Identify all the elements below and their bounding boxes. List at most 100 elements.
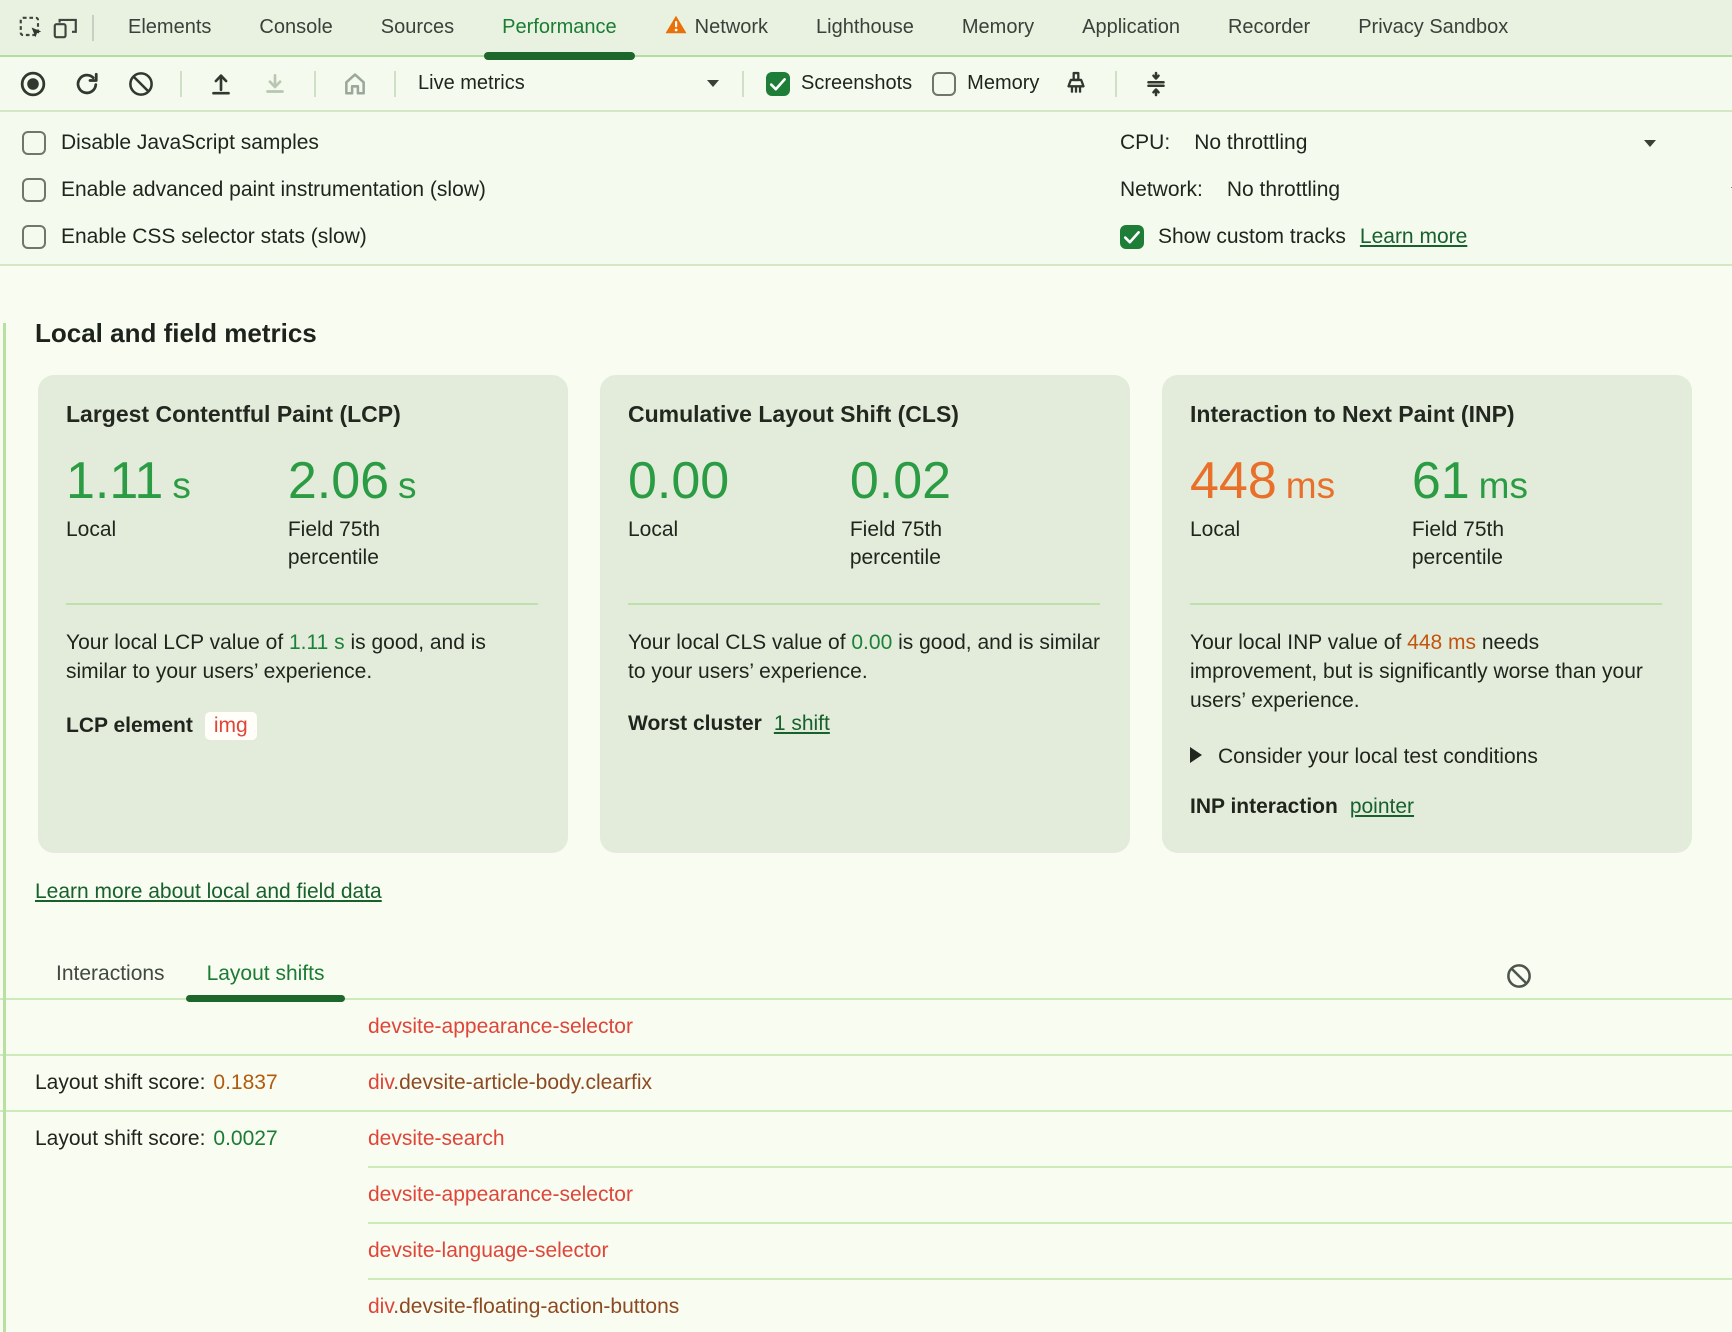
panel-edge-line [3, 323, 6, 1332]
cls-local-value: 0.00 [628, 454, 850, 508]
checkbox-checked-icon[interactable] [1120, 225, 1144, 249]
tab-privacy-sandbox[interactable]: Privacy Sandbox [1334, 0, 1532, 55]
chevron-down-icon [706, 79, 720, 88]
network-throttling-select[interactable]: Network: No throttling [1120, 169, 1732, 211]
layout-shift-log: Interactions Layout shifts devsite-appea… [0, 950, 1732, 1332]
tab-recorder[interactable]: Recorder [1204, 0, 1334, 55]
log-tabstrip: Interactions Layout shifts [0, 950, 1732, 1000]
node-link[interactable]: devsite-search [368, 1127, 505, 1151]
shift-score-label: Layout shift score: [35, 1071, 205, 1095]
cls-description: Your local CLS value of 0.00 is good, an… [628, 628, 1100, 686]
card-title: Cumulative Layout Shift (CLS) [628, 401, 1100, 428]
performance-toolbar: Live metrics Screenshots Memory [0, 57, 1732, 112]
tab-memory[interactable]: Memory [938, 0, 1058, 55]
checkbox-unchecked-icon [22, 131, 46, 155]
field-data-learn-more-link[interactable]: Learn more about local and field data [35, 880, 382, 904]
shift-row: devsite-language-selector [0, 1224, 1732, 1278]
collapse-icon[interactable] [1139, 67, 1173, 101]
memory-label: Memory [967, 72, 1039, 95]
throttling-settings: CPU: No throttling Network: No throttlin… [1120, 122, 1732, 258]
capture-settings: Disable JavaScript samples Enable advanc… [0, 112, 1732, 266]
cpu-throttling-select[interactable]: CPU: No throttling [1120, 122, 1732, 164]
divider [92, 15, 94, 41]
shift-score-label: Layout shift score: [35, 1127, 205, 1151]
metric-card-lcp: Largest Contentful Paint (LCP) 1.11s Loc… [38, 375, 568, 853]
network-value: No throttling [1227, 178, 1340, 202]
reload-icon[interactable] [70, 67, 104, 101]
tab-elements[interactable]: Elements [104, 0, 235, 55]
tab-sources[interactable]: Sources [357, 0, 478, 55]
clear-icon[interactable] [124, 67, 158, 101]
card-title: Interaction to Next Paint (INP) [1190, 401, 1662, 428]
divider [1115, 71, 1117, 97]
live-metrics-select[interactable]: Live metrics [418, 72, 720, 95]
field-label: Field 75th percentile [1412, 516, 1562, 573]
shift-row: devsite-appearance-selector [0, 1168, 1732, 1222]
block-icon[interactable] [1502, 959, 1536, 993]
record-icon[interactable] [16, 67, 50, 101]
divider [742, 71, 744, 97]
live-metrics-view: Local and field metrics Largest Contentf… [0, 266, 1732, 1332]
metric-card-inp: Interaction to Next Paint (INP) 448ms Lo… [1162, 375, 1692, 853]
tab-lighthouse[interactable]: Lighthouse [792, 0, 938, 55]
metric-card-cls: Cumulative Layout Shift (CLS) 0.00 Local… [600, 375, 1130, 853]
node-link[interactable]: devsite-language-selector [368, 1239, 608, 1263]
show-custom-tracks-row: Show custom tracks Learn more [1120, 216, 1732, 258]
shift-row: Layout shift score: 0.1837 div.devsite-a… [0, 1056, 1732, 1110]
metric-cards: Largest Contentful Paint (LCP) 1.11s Loc… [38, 375, 1692, 853]
shift-row: div.devsite-floating-action-buttons [0, 1280, 1732, 1332]
field-label: Field 75th percentile [850, 516, 1000, 573]
shift-row: Layout shift score: 0.0027 devsite-searc… [0, 1112, 1732, 1166]
node-link[interactable]: div.devsite-floating-action-buttons [368, 1295, 679, 1319]
node-link[interactable]: devsite-appearance-selector [368, 1183, 633, 1207]
brush-icon[interactable] [1059, 67, 1093, 101]
chevron-down-icon [1643, 139, 1657, 148]
divider [1190, 603, 1662, 605]
worst-cluster-link[interactable]: 1 shift [774, 712, 830, 736]
tab-application[interactable]: Application [1058, 0, 1204, 55]
tab-network[interactable]: Network [641, 0, 792, 55]
learn-more-link[interactable]: Learn more [1360, 225, 1467, 249]
screenshots-label: Screenshots [801, 72, 912, 95]
checkbox-unchecked-icon [22, 178, 46, 202]
worst-cluster-label: Worst cluster [628, 712, 762, 736]
inspect-icon[interactable] [14, 11, 48, 45]
disclosure-triangle-icon [1190, 745, 1202, 769]
inp-local-value: 448ms [1190, 454, 1412, 508]
download-icon[interactable] [258, 67, 292, 101]
screenshots-checkbox[interactable]: Screenshots [766, 72, 912, 96]
tab-performance[interactable]: Performance [478, 0, 641, 55]
network-label: Network: [1120, 178, 1203, 202]
tab-interactions[interactable]: Interactions [35, 950, 186, 998]
local-label: Local [66, 516, 216, 544]
inp-description: Your local INP value of 448 ms needs imp… [1190, 628, 1662, 715]
shift-row: devsite-appearance-selector [0, 1000, 1732, 1054]
device-toolbar-icon[interactable] [48, 11, 82, 45]
upload-icon[interactable] [204, 67, 238, 101]
lcp-field-value: 2.06s [288, 454, 510, 508]
cpu-value: No throttling [1194, 131, 1307, 155]
local-label: Local [628, 516, 778, 544]
field-label: Field 75th percentile [288, 516, 438, 573]
checkbox-checked-icon [766, 72, 790, 96]
cls-field-value: 0.02 [850, 454, 1072, 508]
checkbox-unchecked-icon [22, 225, 46, 249]
node-link[interactable]: div.devsite-article-body.clearfix [368, 1071, 652, 1095]
memory-checkbox[interactable]: Memory [932, 72, 1039, 96]
local-test-conditions-disclosure[interactable]: Consider your local test conditions [1190, 745, 1662, 769]
local-label: Local [1190, 516, 1340, 544]
lcp-element-node-link[interactable]: img [205, 712, 257, 740]
divider [314, 71, 316, 97]
lcp-local-value: 1.11s [66, 454, 288, 508]
inp-interaction-link[interactable]: pointer [1350, 795, 1414, 819]
divider [628, 603, 1100, 605]
card-title: Largest Contentful Paint (LCP) [66, 401, 538, 428]
home-icon[interactable] [338, 67, 372, 101]
divider [180, 71, 182, 97]
tab-console[interactable]: Console [235, 0, 356, 55]
inp-interaction-label: INP interaction [1190, 795, 1338, 819]
node-link[interactable]: devsite-appearance-selector [368, 1015, 633, 1039]
shift-score-value: 0.0027 [213, 1127, 277, 1151]
panel-tabs: Elements Console Sources Performance Net… [104, 0, 1532, 55]
tab-layout-shifts[interactable]: Layout shifts [186, 950, 346, 998]
